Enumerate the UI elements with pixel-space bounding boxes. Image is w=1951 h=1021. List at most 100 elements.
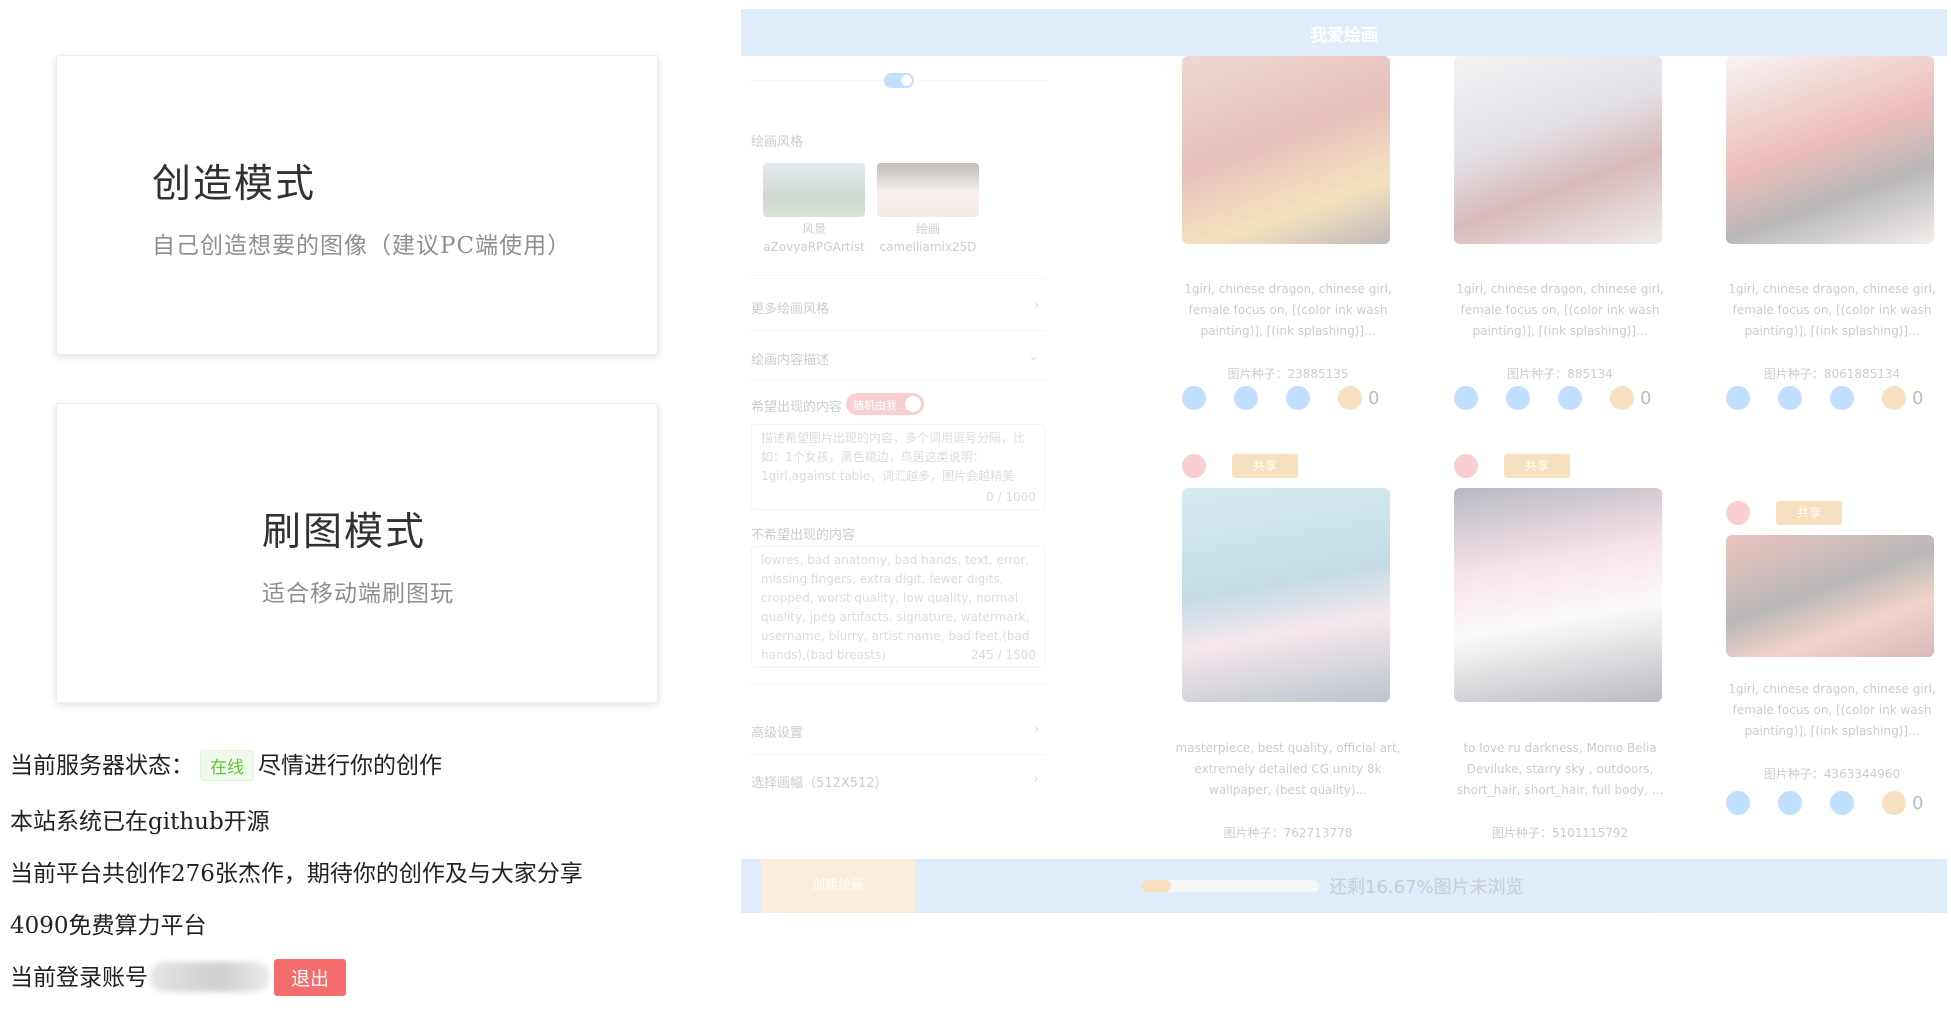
gallery-prompt: 1girl, chinese dragon, chinese girl, fem… bbox=[1728, 682, 1936, 738]
like-icon[interactable] bbox=[1610, 386, 1634, 410]
divider bbox=[749, 684, 1047, 685]
chevron-down-icon: ⌄ bbox=[1028, 349, 1039, 364]
create-mode-card[interactable]: 创造模式 自己创造想要的图像（建议PC端使用） bbox=[56, 55, 658, 355]
open-source-text: 本站系统已在github开源 bbox=[10, 809, 270, 835]
gallery-prompt: to love ru darkness, Momo Belia Deviluke… bbox=[1456, 741, 1664, 797]
random-switch-label: 随机由我 bbox=[853, 399, 897, 412]
gallery-image[interactable] bbox=[1726, 56, 1934, 244]
chevron-right-icon: › bbox=[1033, 722, 1039, 737]
gallery-card: 1girl, chinese dragon, chinese girl, fem… bbox=[1159, 56, 1417, 431]
download-icon[interactable] bbox=[1778, 791, 1802, 815]
browse-mode-card[interactable]: 刷图模式 适合移动端刷图玩 bbox=[56, 403, 658, 703]
style-thumb-painting[interactable] bbox=[877, 163, 979, 217]
positive-label: 希望出现的内容 bbox=[751, 400, 843, 415]
negative-label: 不希望出现的内容 bbox=[751, 528, 856, 543]
download-icon[interactable] bbox=[1778, 386, 1802, 410]
like-icon[interactable] bbox=[1338, 386, 1362, 410]
account-label: 当前登录账号 bbox=[10, 965, 148, 991]
server-status-line: 当前服务器状态： 在线 尽情进行你的创作 bbox=[10, 746, 442, 783]
content-desc-row[interactable]: 绘画内容描述 ⌄ bbox=[751, 349, 1043, 368]
server-status-text: 尽情进行你的创作 bbox=[258, 753, 442, 779]
progress-fill bbox=[1141, 880, 1171, 892]
style-name: aZovyaRPGArtist bbox=[763, 240, 865, 254]
more-styles-label: 更多绘画风格 bbox=[751, 302, 830, 317]
zoom-icon[interactable] bbox=[1558, 386, 1582, 410]
mode-toggle[interactable] bbox=[884, 73, 914, 88]
style-type: 风景 bbox=[801, 222, 826, 236]
like-count: 0 bbox=[1640, 388, 1652, 409]
like-count: 0 bbox=[1912, 793, 1924, 814]
account-line: 当前登录账号 退出 bbox=[10, 958, 347, 998]
refresh-icon[interactable] bbox=[1726, 386, 1750, 410]
gallery-image[interactable] bbox=[1182, 488, 1390, 702]
gallery-seed: 图片种子：23885135 bbox=[1227, 367, 1349, 381]
size-row[interactable]: 选择画幅（512X512） › bbox=[751, 772, 1043, 791]
create-button[interactable]: 创建绘画 bbox=[761, 859, 915, 913]
delete-icon[interactable] bbox=[1726, 501, 1750, 525]
zoom-icon[interactable] bbox=[1830, 386, 1854, 410]
chevron-right-icon: › bbox=[1033, 772, 1039, 787]
style-label: 绘画风格 bbox=[751, 135, 804, 150]
positive-prompt-input[interactable]: 描述希望图片出现的内容，多个词用逗号分隔，比如：1个女孩，黑色裙边，鸟居这类说明… bbox=[751, 424, 1045, 510]
refresh-icon[interactable] bbox=[1182, 386, 1206, 410]
content-desc-label: 绘画内容描述 bbox=[751, 353, 830, 368]
share-button[interactable]: 共享 bbox=[1504, 454, 1570, 478]
gallery-image[interactable] bbox=[1454, 488, 1662, 702]
like-icon[interactable] bbox=[1882, 386, 1906, 410]
zoom-icon[interactable] bbox=[1286, 386, 1310, 410]
chevron-right-icon: › bbox=[1033, 298, 1039, 313]
share-button[interactable]: 共享 bbox=[1232, 454, 1298, 478]
zoom-icon[interactable] bbox=[1830, 791, 1854, 815]
gallery-prompt: 1girl, chinese dragon, chinese girl, fem… bbox=[1456, 282, 1664, 338]
status-badge: 在线 bbox=[200, 749, 254, 781]
gallery-image[interactable] bbox=[1182, 56, 1390, 244]
gallery-prompt: 1girl, chinese dragon, chinese girl, fem… bbox=[1184, 282, 1392, 338]
gallery-prompt: 1girl, chinese dragon, chinese girl, fem… bbox=[1728, 282, 1936, 338]
delete-icon[interactable] bbox=[1454, 454, 1478, 478]
gallery-card: 共享 1girl, chinese dragon, chinese girl, … bbox=[1703, 491, 1947, 866]
gallery-image[interactable] bbox=[1726, 535, 1934, 657]
size-label: 选择画幅（512X512） bbox=[751, 776, 888, 791]
gallery-image[interactable] bbox=[1454, 56, 1662, 244]
gallery-actions: 0 bbox=[1726, 791, 1947, 817]
app-preview: 我爱绘画 绘画风格 风景 aZovyaRPGArtist 绘画 camellia… bbox=[741, 9, 1947, 913]
like-count: 0 bbox=[1912, 388, 1924, 409]
gallery-seed: 图片种子：4363344960 bbox=[1763, 767, 1901, 781]
refresh-icon[interactable] bbox=[1454, 386, 1478, 410]
server-status-label: 当前服务器状态： bbox=[10, 753, 194, 779]
gallery-actions: 0 bbox=[1454, 386, 1684, 412]
negative-prompt-input[interactable]: lowres, bad anatomy, bad hands, text, er… bbox=[751, 546, 1045, 668]
like-icon[interactable] bbox=[1882, 791, 1906, 815]
gallery-prompt: masterpiece, best quality, official art,… bbox=[1175, 741, 1401, 797]
preview-header: 我爱绘画 bbox=[741, 9, 1947, 56]
gpu-platform-text: 4090免费算力平台 bbox=[10, 913, 207, 939]
browse-progress-bar bbox=[1141, 880, 1319, 892]
style-name: camelliamix25D bbox=[879, 240, 977, 254]
divider bbox=[749, 754, 1047, 755]
preview-footer: 创建绘画 还剩16.67%图片未浏览 bbox=[741, 859, 1947, 913]
random-switch[interactable]: 随机由我 bbox=[846, 393, 924, 415]
gallery-seed: 图片种子：762713778 bbox=[1223, 826, 1353, 840]
zoom-icon[interactable] bbox=[1726, 791, 1750, 815]
platform-stats-text: 当前平台共创作276张杰作，期待你的创作及与大家分享 bbox=[10, 861, 583, 887]
create-mode-title: 创造模式 bbox=[152, 162, 317, 207]
logout-button[interactable]: 退出 bbox=[274, 958, 347, 996]
browse-mode-desc: 适合移动端刷图玩 bbox=[262, 581, 454, 607]
divider bbox=[749, 330, 1047, 331]
gallery-actions: 0 bbox=[1182, 386, 1412, 412]
gallery-card: 1girl, chinese dragon, chinese girl, fem… bbox=[1703, 56, 1947, 431]
create-mode-desc: 自己创造想要的图像（建议PC端使用） bbox=[152, 233, 572, 259]
more-styles-row[interactable]: 更多绘画风格 › bbox=[751, 298, 1043, 317]
positive-placeholder: 描述希望图片出现的内容，多个词用逗号分隔，比如：1个女孩，黑色裙边，鸟居这类说明… bbox=[761, 431, 1026, 483]
download-icon[interactable] bbox=[1506, 386, 1530, 410]
advanced-row[interactable]: 高级设置 › bbox=[751, 722, 1043, 741]
delete-icon[interactable] bbox=[1182, 454, 1206, 478]
gallery-card: 1girl, chinese dragon, chinese girl, fem… bbox=[1431, 56, 1689, 431]
share-button[interactable]: 共享 bbox=[1776, 501, 1842, 525]
style-thumb-landscape[interactable] bbox=[763, 163, 865, 217]
divider bbox=[749, 380, 1047, 381]
download-icon[interactable] bbox=[1234, 386, 1258, 410]
gallery-seed: 图片种子：5101115792 bbox=[1491, 826, 1629, 840]
account-name-blurred bbox=[150, 962, 270, 992]
browse-mode-title: 刷图模式 bbox=[262, 510, 427, 555]
